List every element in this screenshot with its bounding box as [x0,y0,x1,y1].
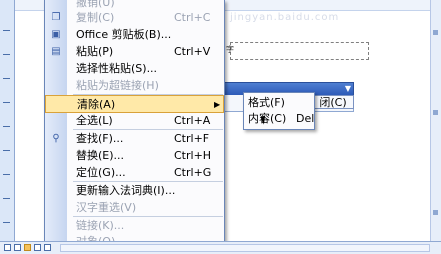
ruler-tick [3,174,10,175]
view-toolbar [0,241,441,254]
menu-item-replace[interactable]: 替换(E)... Ctrl+H [45,147,224,165]
menu-item-reconvert[interactable]: 汉字重选(V) [45,199,224,217]
menu-item-select-all[interactable]: 全选(L) Ctrl+A [45,112,224,130]
watermark: jingyan.baidu.com [230,12,340,23]
menu-item-label: 复制(C) [76,11,115,24]
print-view-icon[interactable] [24,244,31,251]
scroll-mark [433,30,438,35]
chevron-down-icon[interactable]: ▼ [345,83,351,95]
outline-view-icon[interactable] [34,244,41,251]
menu-item-shortcut: Ctrl+F [174,132,210,145]
ruler-tick [3,222,10,223]
copy-icon: ❐ [51,12,61,23]
submenu-item-formats[interactable]: 格式(F) [248,96,285,110]
menu-item-label: 粘贴(P) [76,45,114,58]
scroll-mark [433,110,438,115]
submenu-arrow-icon: ▶ [214,100,221,109]
document-text: 字 [226,45,234,54]
ruler-tick [3,198,10,199]
menu-item-label: 替换(E)... [76,149,125,162]
menu-item-paste-hyperlink[interactable]: 粘贴为超链接(H) [45,77,224,95]
menu-item-label: 链接(K)... [76,219,125,232]
clear-submenu: 格式(F) 内容(C) Del [243,92,315,130]
menu-item-find[interactable]: ⚲ 查找(F)... Ctrl+F [45,130,224,148]
ruler-tick [3,54,10,55]
horizontal-scrollbar[interactable] [60,244,430,252]
menu-item-shortcut: Ctrl+V [174,45,211,58]
ruler-tick [3,102,10,103]
normal-view-icon[interactable] [4,244,11,251]
submenu-item-label: 格式(F) [248,96,285,109]
menu-item-copy[interactable]: ❐ 复制(C) Ctrl+C [45,9,224,27]
ruler-tick [3,30,10,31]
menu-item-label: 查找(F)... [76,132,124,145]
menu-item-shortcut: Ctrl+G [174,166,212,179]
edit-menu: 撤销(U) ❐ 复制(C) Ctrl+C ▣ Office 剪贴板(B)... … [44,0,225,251]
clipboard-icon: ▣ [51,29,61,40]
menu-item-label: 更新输入法词典(I)... [76,184,176,197]
find-icon: ⚲ [52,133,60,144]
ruler-tick [3,126,10,127]
menu-item-label: 清除(A) [77,98,116,111]
menu-item-clear[interactable]: 清除(A) ▶ [45,95,224,113]
text-box[interactable] [230,42,369,60]
menu-item-office-clipboard[interactable]: ▣ Office 剪贴板(B)... [45,26,224,44]
ruler-tick [3,78,10,79]
menu-item-paste-special[interactable]: 选择性粘贴(S)... [45,60,224,78]
menu-item-shortcut: Ctrl+H [174,149,212,162]
vertical-ruler [0,0,15,241]
menu-item-label: Office 剪贴板(B)... [76,28,172,41]
menu-item-paste[interactable]: ▤ 粘贴(P) Ctrl+V [45,43,224,61]
vertical-scrollbar[interactable] [430,0,441,241]
close-button[interactable]: 闭(C) [312,95,354,109]
menu-item-label: 汉字重选(V) [76,201,137,214]
reading-view-icon[interactable] [44,244,51,251]
scroll-mark [433,210,438,215]
menu-item-label: 粘贴为超链接(H) [76,79,159,92]
menu-item-label: 全选(L) [76,114,113,127]
menu-item-update-ime-dictionary[interactable]: 更新输入法词典(I)... [45,182,224,200]
menu-item-shortcut: Ctrl+A [174,114,211,127]
paste-icon: ▤ [51,46,61,57]
menu-item-label: 选择性粘贴(S)... [76,62,158,75]
web-view-icon[interactable] [14,244,21,251]
menu-item-shortcut: Ctrl+C [174,11,211,24]
ruler-tick [3,150,10,151]
menu-item-goto[interactable]: 定位(G)... Ctrl+G [45,164,224,182]
menu-item-label: 定位(G)... [76,166,126,179]
submenu-item-shortcut: Del [296,112,315,125]
